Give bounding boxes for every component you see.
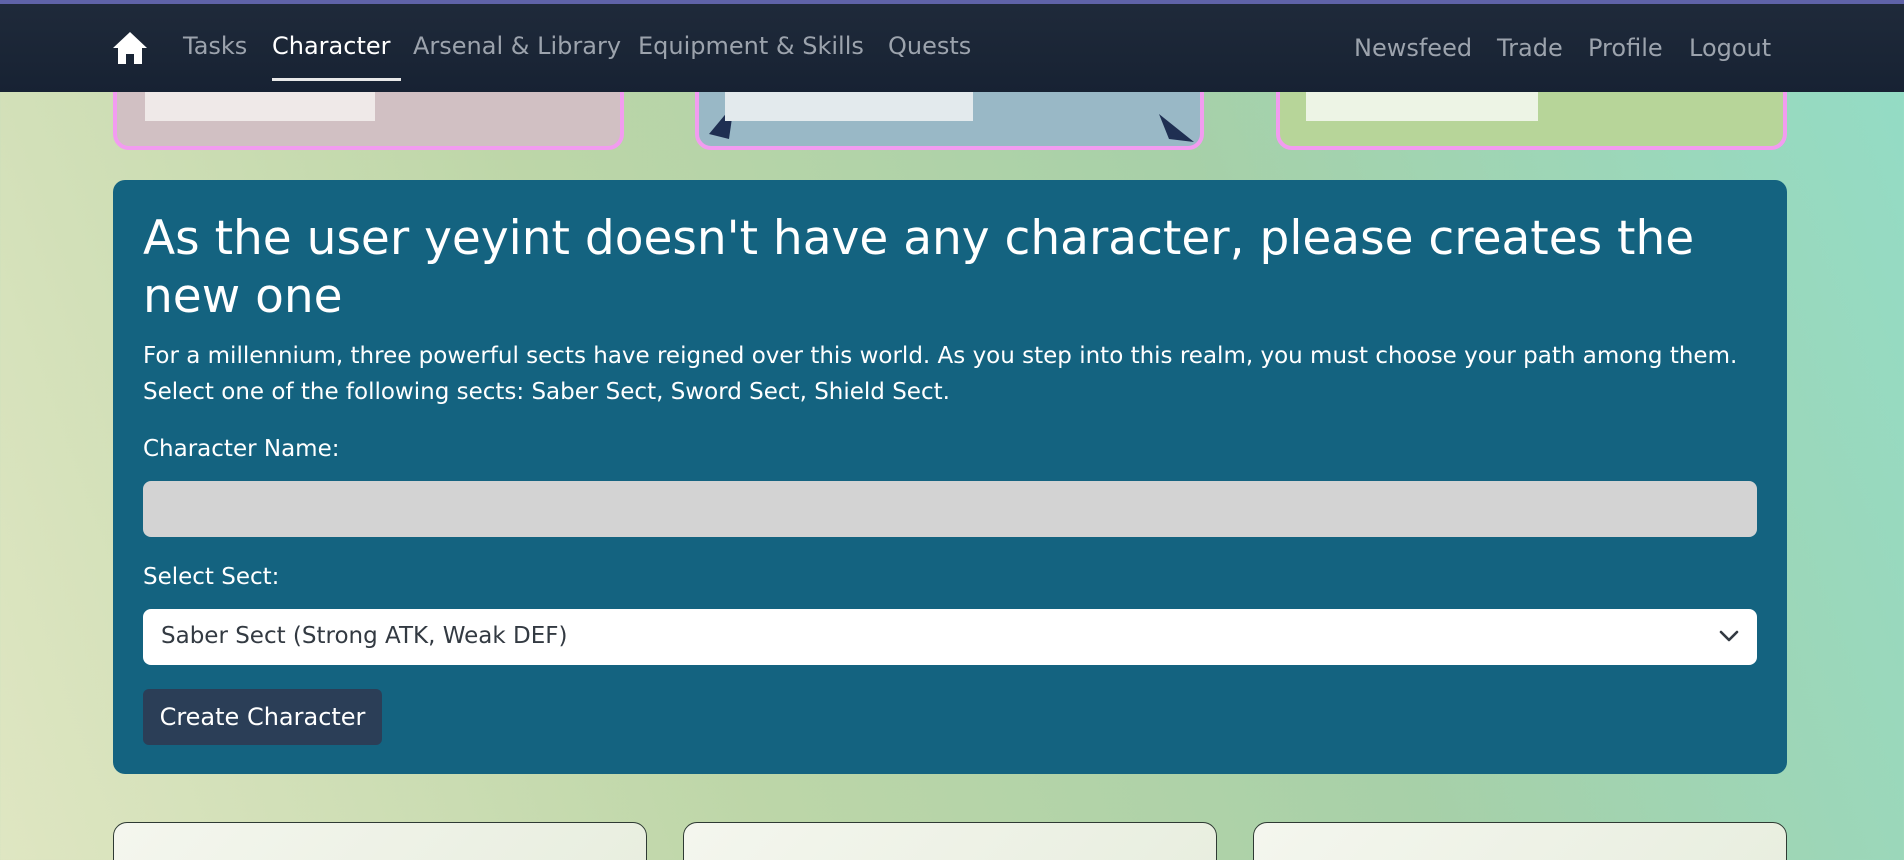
chevron-down-icon xyxy=(1719,630,1739,642)
select-sect-label: Select Sect: xyxy=(143,564,280,590)
panel-title: As the user yeyint doesn't have any char… xyxy=(143,211,1695,324)
nav-arsenal-library[interactable]: Arsenal & Library xyxy=(413,32,621,60)
nav-tasks[interactable]: Tasks xyxy=(183,32,247,60)
character-name-input[interactable] xyxy=(143,481,1757,537)
sect-select-value: Saber Sect (Strong ATK, Weak DEF) xyxy=(161,623,568,649)
nav-quests[interactable]: Quests xyxy=(888,32,971,60)
nav-character[interactable]: Character xyxy=(272,32,391,60)
panel-description: For a millennium, three powerful sects h… xyxy=(143,343,1738,405)
create-character-button[interactable]: Create Character xyxy=(143,689,382,745)
nav-active-indicator xyxy=(272,78,401,81)
create-character-panel: As the user yeyint doesn't have any char… xyxy=(113,180,1787,774)
nav-newsfeed[interactable]: Newsfeed xyxy=(1354,34,1472,62)
sect-select[interactable]: Saber Sect (Strong ATK, Weak DEF) xyxy=(143,609,1757,665)
top-navbar: Tasks Character Arsenal & Library Equipm… xyxy=(0,4,1904,92)
nav-profile[interactable]: Profile xyxy=(1588,34,1663,62)
home-icon[interactable] xyxy=(111,30,149,66)
nav-logout[interactable]: Logout xyxy=(1689,34,1771,62)
character-name-label: Character Name: xyxy=(143,436,340,462)
bottom-card-3 xyxy=(1253,822,1787,860)
top-accent-line xyxy=(0,0,1904,4)
bottom-card-2 xyxy=(683,822,1217,860)
nav-trade[interactable]: Trade xyxy=(1497,34,1563,62)
bottom-card-1 xyxy=(113,822,647,860)
nav-equipment-skills[interactable]: Equipment & Skills xyxy=(638,32,864,60)
